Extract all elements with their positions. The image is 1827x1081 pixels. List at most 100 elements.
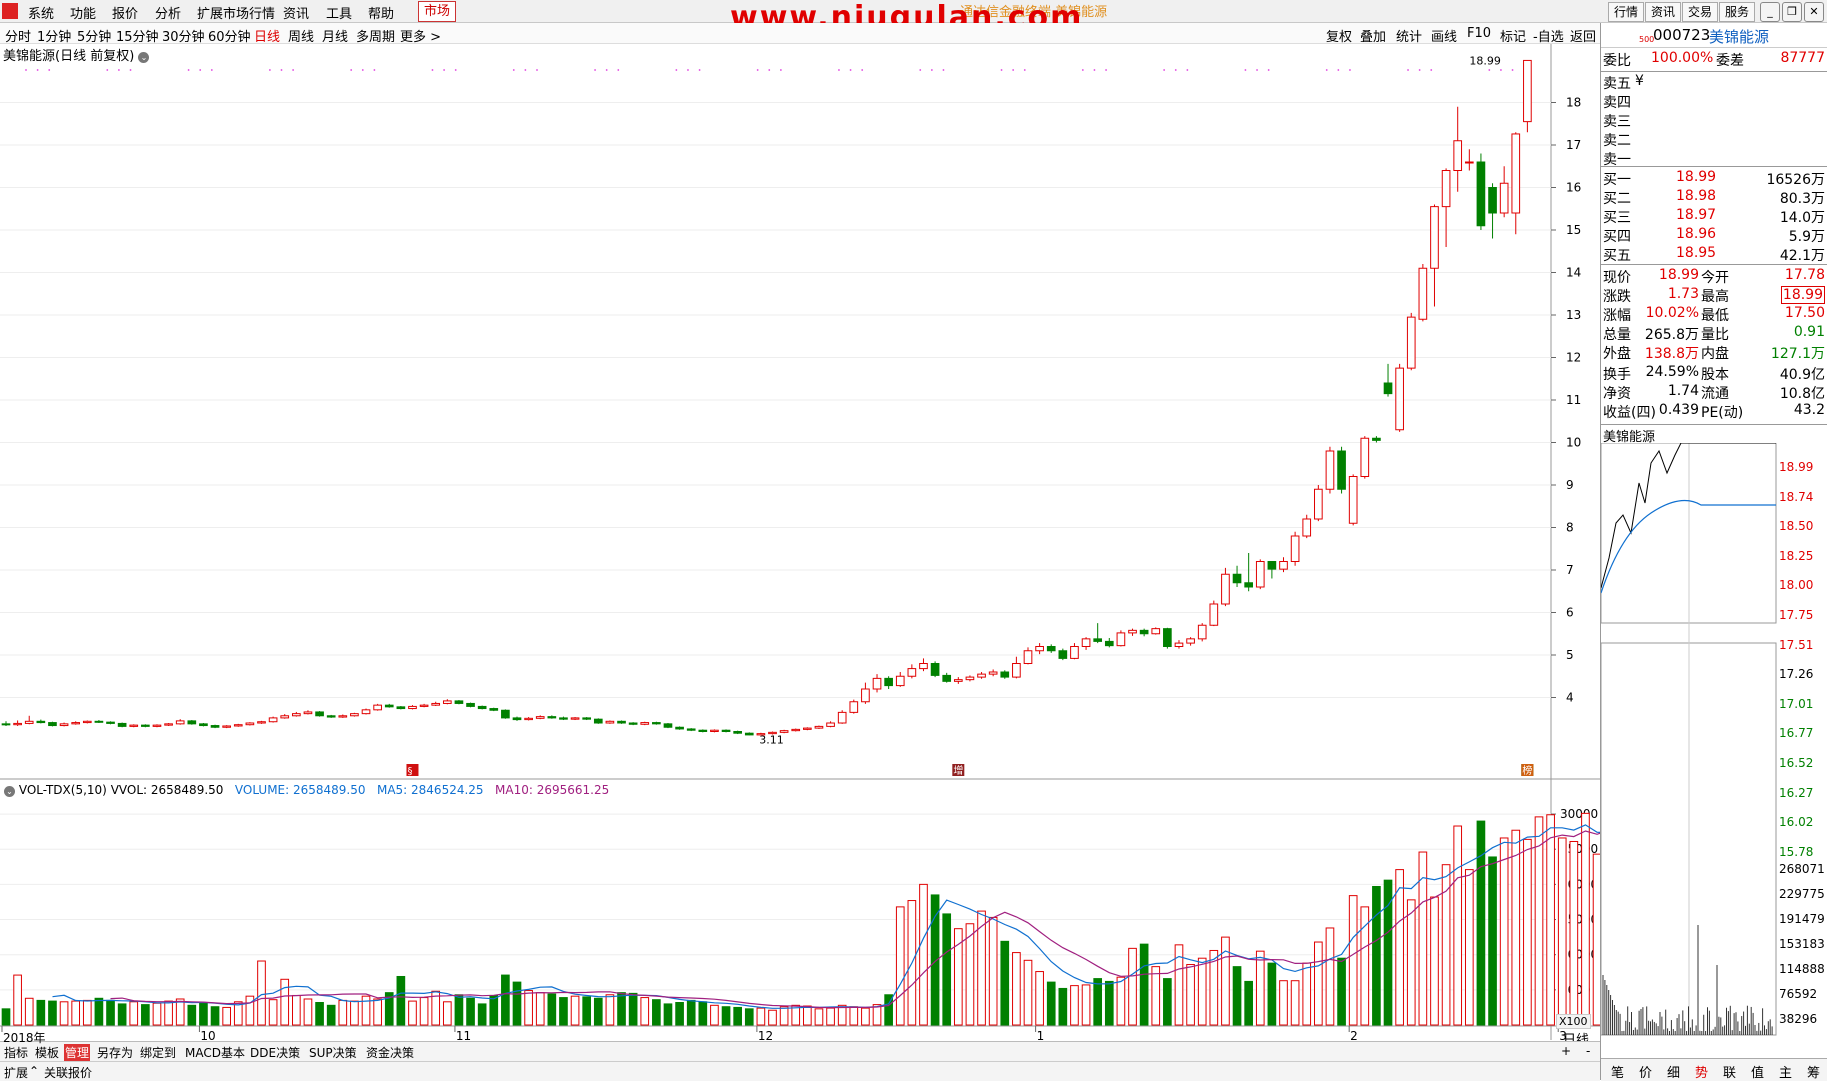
period-tab-monthly[interactable]: 月线 (322, 26, 348, 45)
candle[interactable] (1187, 637, 1195, 646)
quote-tab-3[interactable]: 势 (1695, 1062, 1708, 1081)
period-tab-weekly[interactable]: 周线 (288, 26, 314, 45)
candle[interactable] (316, 711, 324, 717)
candle[interactable] (1233, 566, 1241, 587)
candle[interactable] (1140, 629, 1148, 637)
candle[interactable] (722, 729, 730, 732)
minimize-icon[interactable]: _ (1760, 2, 1780, 22)
close-icon[interactable]: ✕ (1804, 2, 1824, 22)
candle[interactable] (1047, 644, 1055, 653)
candle[interactable] (1036, 643, 1044, 654)
candle[interactable] (49, 722, 57, 727)
candle[interactable] (130, 724, 138, 727)
menu-tools[interactable]: 工具 (326, 3, 352, 22)
candle[interactable] (1117, 630, 1125, 646)
quote-tab-0[interactable]: 笔 (1611, 1062, 1624, 1081)
candle[interactable] (107, 721, 115, 724)
candle[interactable] (920, 658, 928, 671)
candle[interactable] (490, 708, 498, 711)
candle[interactable] (83, 720, 91, 723)
candle[interactable] (560, 717, 568, 720)
menu-system[interactable]: 系统 (28, 3, 54, 22)
candle[interactable] (95, 720, 103, 723)
quote-tab-6[interactable]: 主 (1779, 1062, 1792, 1081)
candle[interactable] (374, 704, 382, 711)
candle[interactable] (699, 729, 707, 732)
candle[interactable] (954, 677, 962, 684)
candle[interactable] (223, 725, 231, 728)
period-tab-fenshi[interactable]: 分时 (5, 26, 31, 45)
candle[interactable] (745, 732, 753, 735)
candle[interactable] (258, 721, 266, 724)
candle[interactable] (931, 661, 939, 677)
tool-watchlist[interactable]: -自选 (1533, 26, 1564, 45)
candle[interactable] (815, 726, 823, 729)
candle[interactable] (1303, 515, 1311, 538)
candle[interactable] (548, 715, 556, 718)
candle[interactable] (989, 669, 997, 676)
candle[interactable] (827, 721, 835, 727)
zoom-out-button[interactable]: - (1585, 1044, 1591, 1058)
candle[interactable] (1465, 149, 1473, 170)
tool-mark[interactable]: 标记 (1500, 26, 1526, 45)
quote-tab-1[interactable]: 价 (1639, 1062, 1652, 1081)
candle[interactable] (1349, 474, 1357, 525)
tool-f10[interactable]: F10 (1467, 26, 1491, 41)
candle[interactable] (1361, 436, 1369, 479)
period-tab-5min[interactable]: 5分钟 (77, 26, 111, 45)
candle[interactable] (1454, 107, 1462, 192)
menu-ext-market[interactable]: 扩展市场行情 (197, 3, 275, 22)
candle[interactable] (513, 717, 521, 721)
candle[interactable] (1245, 553, 1253, 591)
tool-back[interactable]: 返回 (1570, 26, 1596, 45)
candle[interactable] (72, 721, 80, 724)
volume-options-icon[interactable]: ⌄ (4, 786, 15, 797)
bottom-tab-dde[interactable]: DDE决策 (249, 1044, 301, 1061)
candle[interactable] (1094, 623, 1102, 643)
candle[interactable] (850, 700, 858, 714)
candle[interactable] (1338, 447, 1346, 494)
candle[interactable] (293, 712, 301, 717)
candle[interactable] (339, 715, 347, 718)
candle[interactable] (37, 720, 45, 724)
period-tab-more[interactable]: 更多 > (400, 26, 441, 45)
candle[interactable] (432, 702, 440, 706)
candle[interactable] (1407, 313, 1415, 370)
candle[interactable] (536, 715, 544, 719)
candle[interactable] (176, 719, 184, 725)
tool-fuquan[interactable]: 复权 (1326, 26, 1352, 45)
candle[interactable] (443, 699, 451, 704)
tool-draw[interactable]: 画线 (1431, 26, 1457, 45)
top-btn-quote[interactable]: 行情 (1608, 2, 1644, 22)
candle[interactable] (641, 722, 649, 725)
candle[interactable] (1442, 168, 1450, 247)
tool-overlay[interactable]: 叠加 (1360, 26, 1386, 45)
menu-function[interactable]: 功能 (70, 3, 96, 22)
candle[interactable] (1291, 532, 1299, 566)
restore-icon[interactable]: ❐ (1782, 2, 1802, 22)
menu-analysis[interactable]: 分析 (155, 3, 181, 22)
candle[interactable] (1419, 264, 1427, 321)
main-chart[interactable]: 4567891011121314151617185000100001500020… (0, 44, 1600, 1044)
candle[interactable] (1373, 436, 1381, 442)
candle[interactable] (1512, 132, 1520, 234)
candle[interactable] (1082, 637, 1090, 650)
candle[interactable] (978, 672, 986, 679)
candle[interactable] (676, 726, 684, 729)
candle[interactable] (618, 720, 626, 723)
stock-name[interactable]: 美锦能源 (1709, 26, 1769, 47)
candle[interactable] (1326, 447, 1334, 494)
candle[interactable] (629, 722, 637, 725)
quote-tab-5[interactable]: 值 (1751, 1062, 1764, 1081)
zoom-in-button[interactable]: + (1560, 1044, 1572, 1058)
candle[interactable] (1059, 649, 1067, 660)
candle[interactable] (1198, 623, 1206, 641)
candle[interactable] (1222, 568, 1230, 606)
candle[interactable] (14, 720, 22, 726)
market-button[interactable]: 市场 (418, 1, 456, 22)
candle[interactable] (1013, 657, 1021, 679)
candle[interactable] (1500, 166, 1508, 217)
bottom-tab-ext[interactable]: 扩展 (4, 1064, 28, 1081)
candle[interactable] (246, 722, 254, 725)
candle[interactable] (281, 714, 289, 719)
